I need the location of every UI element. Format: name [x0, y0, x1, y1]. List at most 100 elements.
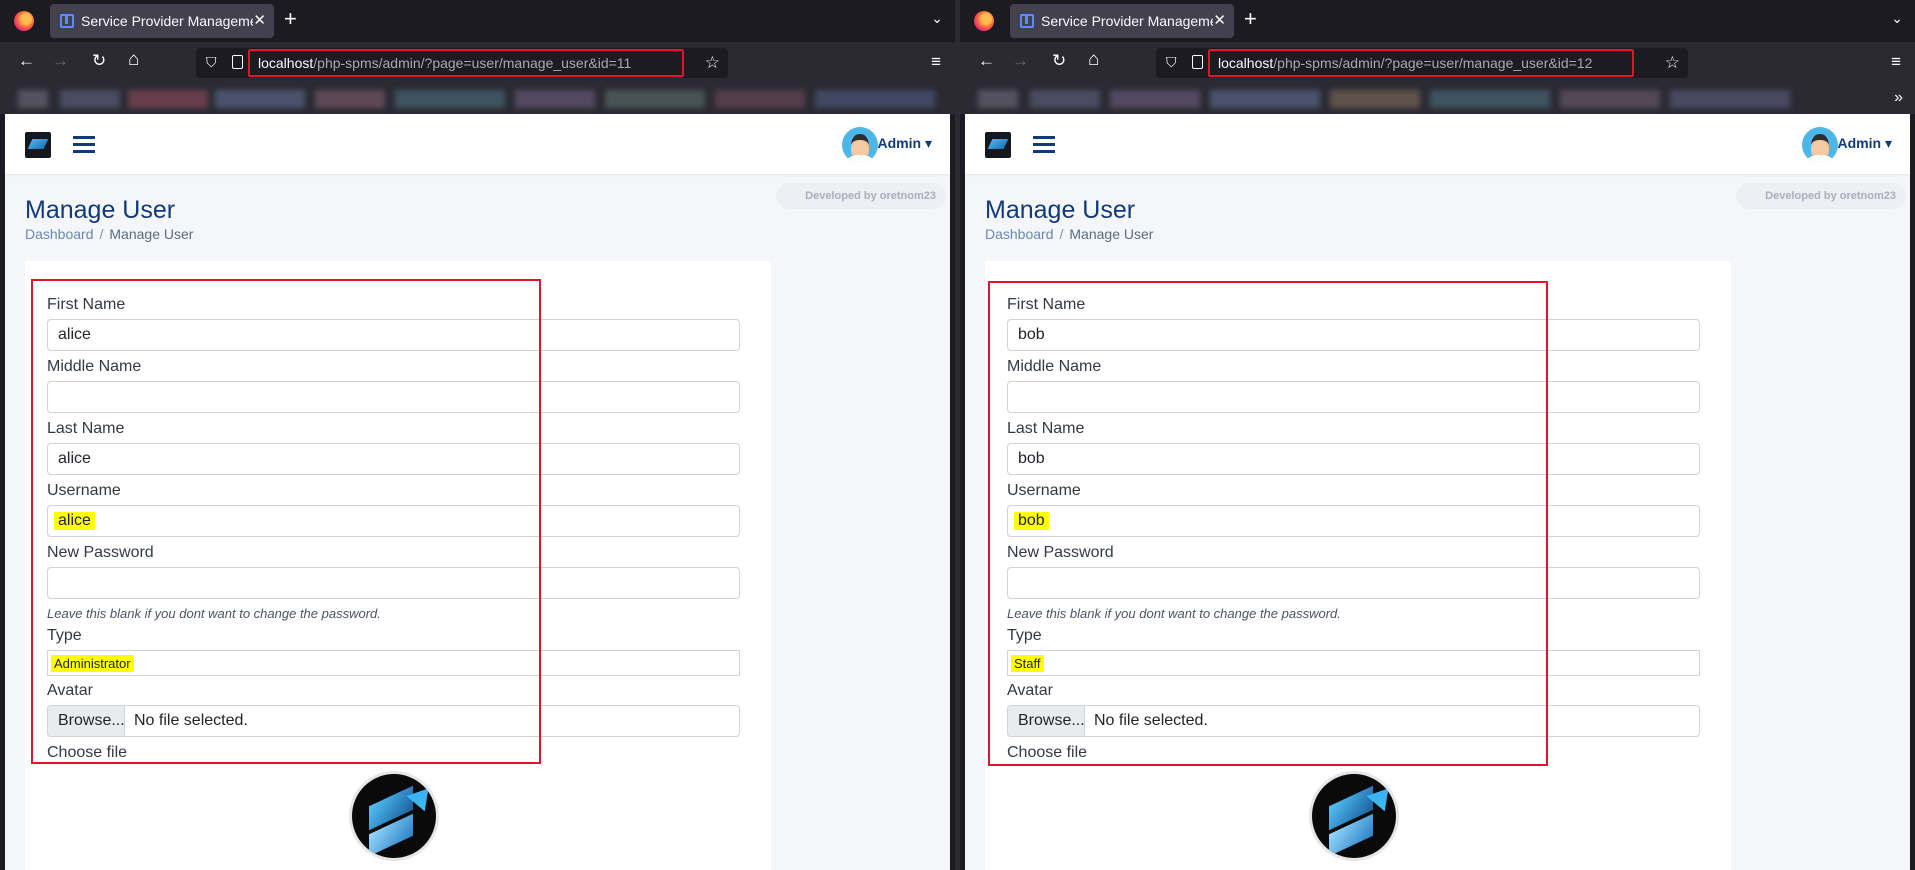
developer-badge: Developed by oretnom23 — [776, 183, 946, 209]
url-text[interactable]: localhost/php-spms/admin/?page=user/mana… — [258, 55, 631, 71]
bookmark-item[interactable] — [60, 90, 120, 108]
url-annotation-box: localhost/php-spms/admin/?page=user/mana… — [248, 49, 684, 77]
bookmark-item[interactable] — [1330, 90, 1420, 108]
breadcrumb: Dashboard / Manage User — [25, 226, 193, 242]
breadcrumb-dashboard-link[interactable]: Dashboard — [985, 226, 1054, 242]
tab-title: Service Provider Management System — [1041, 13, 1213, 29]
bookmark-item[interactable] — [1430, 90, 1550, 108]
manage-user-card: First Name bob Middle Name Last Name bob… — [985, 261, 1731, 870]
admin-dropdown[interactable]: Admin ▾ — [1838, 135, 1892, 152]
browser-tab[interactable]: Service Provider Management System ✕ — [1010, 4, 1234, 38]
bookmark-item[interactable] — [315, 90, 385, 108]
breadcrumb-current: Manage User — [1069, 226, 1154, 242]
tab-title: Service Provider Management System — [81, 13, 253, 29]
bookmark-item[interactable] — [1210, 90, 1320, 108]
admin-avatar[interactable] — [842, 127, 878, 163]
web-page: Admin ▾ Developed by oretnom23 Manage Us… — [5, 114, 950, 870]
bookmark-item[interactable] — [1670, 90, 1790, 108]
page-info-icon[interactable] — [1192, 55, 1203, 69]
breadcrumb-separator: / — [1059, 226, 1064, 242]
breadcrumb: Dashboard / Manage User — [985, 226, 1153, 242]
breadcrumb-dashboard-link[interactable]: Dashboard — [25, 226, 94, 242]
tab-list-icon[interactable]: ⌄ — [1891, 10, 1903, 27]
screenshot: Service Provider Management System ✕ + ⌄… — [0, 0, 1915, 870]
bookmark-item[interactable] — [515, 90, 595, 108]
new-tab-button[interactable]: + — [1244, 6, 1257, 32]
developer-badge: Developed by oretnom23 — [1736, 183, 1906, 209]
bookmark-item[interactable] — [715, 90, 805, 108]
caret-down-icon: ▾ — [1884, 135, 1892, 151]
app-menu-icon[interactable]: ≡ — [1891, 52, 1901, 72]
navigation-bar: ← → ↻ ⌂ ⛉ localhost/php-spms/admin/?page… — [960, 42, 1915, 84]
app-header: Admin ▾ — [5, 114, 950, 174]
home-icon[interactable]: ⌂ — [128, 49, 139, 71]
form-annotation-box — [988, 281, 1548, 766]
form-annotation-box — [31, 279, 541, 764]
manage-user-card: First Name alice Middle Name Last Name a… — [25, 261, 771, 870]
site-favicon-icon — [60, 14, 74, 28]
new-tab-button[interactable]: + — [284, 6, 297, 32]
developer-credit: Developed by oretnom23 — [1765, 190, 1896, 202]
firefox-icon[interactable] — [14, 11, 34, 31]
bookmark-item[interactable] — [18, 90, 48, 108]
bookmarks-bar: » — [960, 84, 1915, 114]
bookmarks-bar — [0, 84, 955, 114]
reload-icon[interactable]: ↻ — [92, 51, 106, 71]
bookmark-item[interactable] — [1030, 90, 1100, 108]
bookmark-item[interactable] — [1110, 90, 1200, 108]
avatar-preview-image — [1309, 771, 1399, 861]
browser-tab[interactable]: Service Provider Management System ✕ — [50, 4, 274, 38]
breadcrumb-separator: / — [99, 226, 104, 242]
browser-window-right: Service Provider Management System ✕ + ⌄… — [960, 0, 1915, 870]
url-annotation-box: localhost/php-spms/admin/?page=user/mana… — [1208, 49, 1634, 77]
tracking-shield-icon[interactable]: ⛉ — [1166, 54, 1177, 71]
caret-down-icon: ▾ — [924, 135, 932, 151]
bookmark-star-icon[interactable]: ☆ — [705, 53, 720, 73]
navigation-bar: ← → ↻ ⌂ ⛉ localhost/php-spms/admin/?page… — [0, 42, 955, 84]
url-bar[interactable]: ⛉ localhost/php-spms/admin/?page=user/ma… — [196, 48, 728, 78]
app-header: Admin ▾ — [965, 114, 1910, 174]
url-path: /php-spms/admin/?page=user/manage_user&i… — [1273, 55, 1593, 71]
bookmark-item[interactable] — [215, 90, 305, 108]
admin-label: Admin — [877, 135, 922, 151]
app-menu-icon[interactable]: ≡ — [931, 52, 941, 72]
back-icon[interactable]: ← — [18, 51, 35, 71]
admin-dropdown[interactable]: Admin ▾ — [878, 135, 932, 152]
bookmark-star-icon[interactable]: ☆ — [1665, 53, 1680, 73]
breadcrumb-current: Manage User — [109, 226, 194, 242]
page-title: Manage User — [985, 196, 1136, 224]
bookmark-item[interactable] — [1560, 90, 1660, 108]
url-bar[interactable]: ⛉ localhost/php-spms/admin/?page=user/ma… — [1156, 48, 1688, 78]
bookmark-item[interactable] — [978, 90, 1018, 108]
avatar-preview-image — [349, 771, 439, 861]
app-logo-icon[interactable] — [985, 132, 1011, 158]
reload-icon[interactable]: ↻ — [1052, 51, 1066, 71]
url-text[interactable]: localhost/php-spms/admin/?page=user/mana… — [1218, 55, 1592, 71]
bookmark-item[interactable] — [605, 90, 705, 108]
tracking-shield-icon[interactable]: ⛉ — [206, 54, 217, 71]
close-tab-icon[interactable]: ✕ — [1213, 11, 1226, 29]
page-info-icon[interactable] — [232, 55, 243, 69]
page-title: Manage User — [25, 196, 176, 224]
tab-bar: Service Provider Management System ✕ + ⌄ — [0, 0, 955, 42]
developer-credit: Developed by oretnom23 — [805, 190, 936, 202]
forward-icon[interactable]: → — [52, 51, 69, 71]
forward-icon[interactable]: → — [1012, 51, 1029, 71]
url-host: localhost — [1218, 55, 1274, 71]
admin-avatar[interactable] — [1802, 127, 1838, 163]
tab-list-icon[interactable]: ⌄ — [931, 10, 943, 27]
bookmark-item[interactable] — [815, 90, 935, 108]
firefox-icon[interactable] — [974, 11, 994, 31]
url-host: localhost — [258, 55, 314, 71]
bookmarks-overflow-icon[interactable]: » — [1894, 89, 1903, 107]
bookmark-item[interactable] — [128, 90, 208, 108]
close-tab-icon[interactable]: ✕ — [253, 11, 266, 29]
app-logo-icon[interactable] — [25, 132, 51, 158]
tab-bar: Service Provider Management System ✕ + ⌄ — [960, 0, 1915, 42]
back-icon[interactable]: ← — [978, 51, 995, 71]
sidebar-toggle-icon[interactable] — [1033, 136, 1055, 154]
web-page: Admin ▾ Developed by oretnom23 Manage Us… — [965, 114, 1910, 870]
home-icon[interactable]: ⌂ — [1088, 49, 1099, 71]
bookmark-item[interactable] — [395, 90, 505, 108]
sidebar-toggle-icon[interactable] — [73, 136, 95, 154]
